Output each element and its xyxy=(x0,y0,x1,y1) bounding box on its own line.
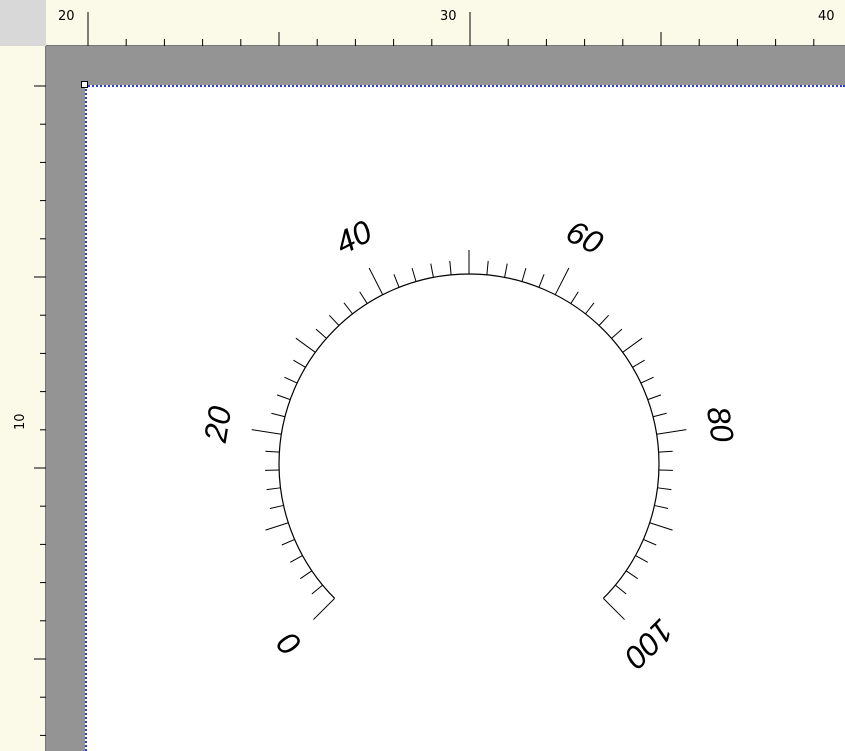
gauge-minor-tick xyxy=(622,337,643,353)
gauge-major-tick xyxy=(602,597,625,620)
gauge-major-tick xyxy=(368,267,384,295)
gauge-minor-tick xyxy=(570,291,579,304)
gauge-minor-tick xyxy=(289,555,303,563)
gauge-minor-tick xyxy=(632,359,645,368)
gauge-minor-tick xyxy=(652,412,667,418)
gauge-minor-tick xyxy=(343,302,353,315)
gauge-minor-tick xyxy=(266,487,281,491)
gauge-minor-tick xyxy=(411,267,417,282)
gauge-major-tick xyxy=(554,267,570,295)
gauge-label-80: 80 xyxy=(700,404,741,445)
gauge-minor-tick xyxy=(658,450,673,453)
gauge-minor-tick xyxy=(328,314,340,326)
gauge-minor-tick xyxy=(615,584,627,595)
gauge-minor-tick xyxy=(649,522,673,531)
gauge-minor-tick xyxy=(625,570,639,580)
gauge-minor-tick xyxy=(585,302,595,315)
gauge-label-40: 40 xyxy=(329,213,377,261)
gauge-minor-tick xyxy=(281,538,295,546)
gauge-minor-tick xyxy=(640,376,654,384)
gauge-minor-tick xyxy=(654,504,669,509)
gauge-minor-tick xyxy=(504,263,508,278)
gauge-minor-tick xyxy=(393,274,400,288)
gauge-label-100: 100 xyxy=(617,612,680,675)
gauge-minor-tick xyxy=(265,522,289,531)
gauge-label-20: 20 xyxy=(197,404,238,446)
gauge-minor-tick xyxy=(635,555,649,563)
gauge-minor-tick xyxy=(269,504,284,509)
gauge-minor-tick xyxy=(449,260,452,275)
gauge-major-tick xyxy=(656,429,687,435)
gauge-minor-tick xyxy=(486,260,489,275)
gauge-minor-tick xyxy=(538,274,545,288)
gauge-minor-tick xyxy=(311,584,323,595)
gauge-minor-tick xyxy=(598,314,610,326)
gauge-minor-tick xyxy=(315,328,327,339)
gauge-label-0: 0 xyxy=(270,625,308,663)
gauge-minor-tick xyxy=(293,359,306,368)
gauge-minor-tick xyxy=(611,328,623,339)
gauge-minor-tick xyxy=(521,267,527,282)
gauge-minor-tick xyxy=(265,450,280,453)
gauge-minor-tick xyxy=(359,291,368,304)
gauge-major-tick xyxy=(313,597,336,620)
gauge-dial[interactable]: 0 20 40 60 80 100 xyxy=(0,0,845,751)
gauge-minor-tick xyxy=(647,394,662,401)
gauge-major-tick xyxy=(251,429,282,435)
gauge-minor-tick xyxy=(284,376,298,384)
gauge-minor-tick xyxy=(430,263,434,278)
gauge-minor-tick xyxy=(271,412,286,418)
gauge-minor-tick xyxy=(276,394,291,401)
gauge-minor-tick xyxy=(295,337,316,353)
gauge-minor-tick xyxy=(299,570,313,580)
gauge-label-60: 60 xyxy=(561,213,609,261)
gauge-minor-tick xyxy=(643,538,657,546)
gauge-minor-tick xyxy=(657,487,672,491)
